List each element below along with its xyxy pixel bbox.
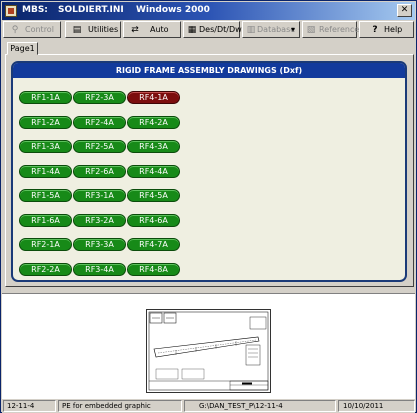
drawing-button-rf1-1a[interactable]: RF1-1A [19,91,72,104]
utilities-icon: ▤ [72,25,82,35]
help-button[interactable]: ? Help [359,21,414,38]
drawing-button-rf3-4a[interactable]: RF3-4A [73,262,126,276]
drawing-button-rf4-7a[interactable]: RF4-7A [127,238,180,251]
drawing-button-rf4-4a[interactable]: RF4-4A [127,164,180,178]
drawing-button-rf4-1a[interactable]: RF4-1A [127,91,180,104]
drawing-button-rf4-5a[interactable]: RF4-5A [127,189,180,202]
drawing-button-rf1-3a[interactable]: RF1-3A [19,140,72,153]
database-button[interactable]: ▥ Database ▾ [242,21,300,38]
drawings-panel: RIGID FRAME ASSEMBLY DRAWINGS (Dxf) RF1-… [11,61,407,282]
status-date: 10/10/2011 [338,400,415,412]
ini-file-name: SOLDIERT.INI [58,5,124,15]
tab-page1[interactable]: Page1 [7,42,38,55]
status-path: G:\DAN_TEST_P\12-11-4 [184,400,336,412]
auto-label: Auto [150,25,169,34]
help-label: Help [384,25,403,34]
reference-icon: ▧ [306,25,316,35]
drawing-button-rf2-5a[interactable]: RF2-5A [73,140,126,153]
preview-pane [2,293,415,399]
des-dt-dwg-button[interactable]: ▦ Des/Dt/Dwg [183,21,247,38]
drawing-button-rf2-6a[interactable]: RF2-6A [73,164,126,178]
drawing-button-rf1-4a[interactable]: RF1-4A [19,164,72,178]
drawing-button-rf2-3a[interactable]: RF2-3A [73,91,126,104]
drawing-button-rf4-6a[interactable]: RF4-6A [127,213,180,227]
reference-label: Reference [319,25,360,34]
drawing-button-rf1-5a[interactable]: RF1-5A [19,189,72,202]
title-bar[interactable]: MBS: SOLDIERT.INI Windows 2000 ✕ [2,2,415,20]
status-job-number: 12-11-4 [3,400,56,412]
close-button[interactable]: ✕ [397,4,412,17]
drawing-button-rf2-2a[interactable]: RF2-2A [19,262,72,276]
des-dt-dwg-label: Des/Dt/Dwg [199,25,247,34]
auto-button[interactable]: ⇄ Auto [123,21,181,38]
reference-button[interactable]: ▧ Reference [302,21,360,38]
drawing-button-rf4-2a[interactable]: RF4-2A [127,115,180,129]
auto-icon: ⇄ [131,25,139,35]
toolbar: ⚲ Control ▤ Utilities ⇄ Auto ▦ Des/Dt/Dw… [3,21,414,38]
app-icon [5,5,17,17]
control-label: Control [25,25,54,34]
drawing-button-rf1-2a[interactable]: RF1-2A [19,115,72,129]
os-name: Windows 2000 [136,5,210,15]
status-bar: 12-11-4 PE for embedded graphic G:\DAN_T… [2,399,415,413]
drawing-button-rf1-6a[interactable]: RF1-6A [19,213,72,227]
database-label: Database [257,25,296,34]
drawing-button-rf2-4a[interactable]: RF2-4A [73,115,126,129]
utilities-label: Utilities [88,25,119,34]
panel-title: RIGID FRAME ASSEMBLY DRAWINGS (Dxf) [13,63,405,78]
control-icon: ⚲ [11,25,19,35]
drawing-button-rf4-3a[interactable]: RF4-3A [127,140,180,153]
drawing-icon: ▦ [187,25,197,35]
drawing-thumbnail [146,309,271,393]
drawing-button-rf4-8a[interactable]: RF4-8A [127,262,180,276]
app-name: MBS: [22,5,48,15]
application-window: MBS: SOLDIERT.INI Windows 2000 ✕ ⚲ Contr… [0,0,417,413]
drawing-button-rf3-3a[interactable]: RF3-3A [73,238,126,251]
chevron-down-icon: ▾ [291,25,296,34]
utilities-button[interactable]: ▤ Utilities [65,21,121,38]
help-icon: ? [372,25,378,35]
drawing-button-rf3-1a[interactable]: RF3-1A [73,189,126,202]
status-message: PE for embedded graphic [58,400,182,412]
control-button[interactable]: ⚲ Control [3,21,61,38]
database-icon: ▥ [246,25,256,35]
drawing-button-rf2-1a[interactable]: RF2-1A [19,238,72,251]
drawing-button-rf3-2a[interactable]: RF3-2A [73,213,126,227]
